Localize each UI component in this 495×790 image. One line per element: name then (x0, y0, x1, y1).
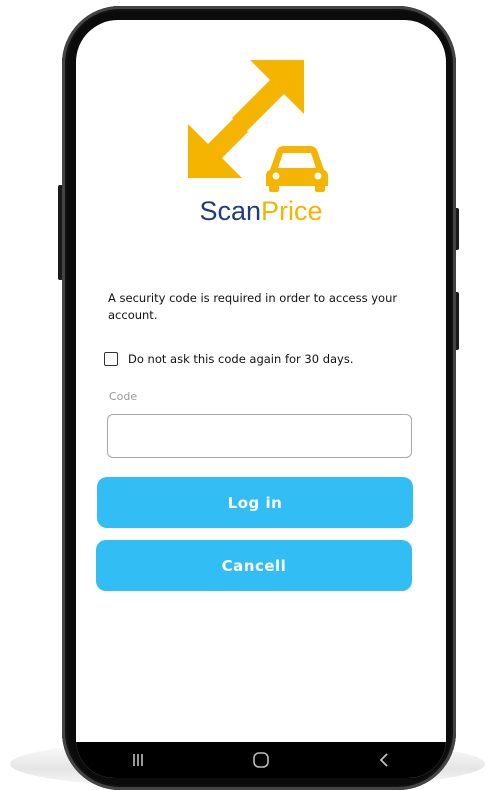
code-field-label: Code (109, 390, 138, 403)
brand-name: ScanPrice (76, 196, 446, 227)
remember-checkbox-label[interactable]: Do not ask this code again for 30 days. (128, 352, 354, 366)
remember-checkbox[interactable] (104, 352, 118, 366)
recent-apps-icon[interactable] (118, 745, 158, 775)
back-icon[interactable] (364, 745, 404, 775)
brand-name-price: Price (261, 196, 323, 226)
code-input[interactable] (107, 414, 412, 458)
brand-name-scan: Scan (199, 196, 262, 226)
home-icon[interactable] (241, 745, 281, 775)
phone-screen: ScanPrice A security code is required in… (76, 20, 446, 778)
cancel-button[interactable]: Cancell (96, 540, 412, 591)
login-button[interactable]: Log in (97, 477, 413, 528)
system-nav-bar (76, 742, 446, 778)
remember-row[interactable]: Do not ask this code again for 30 days. (104, 352, 354, 366)
security-code-message: A security code is required in order to … (108, 291, 398, 322)
